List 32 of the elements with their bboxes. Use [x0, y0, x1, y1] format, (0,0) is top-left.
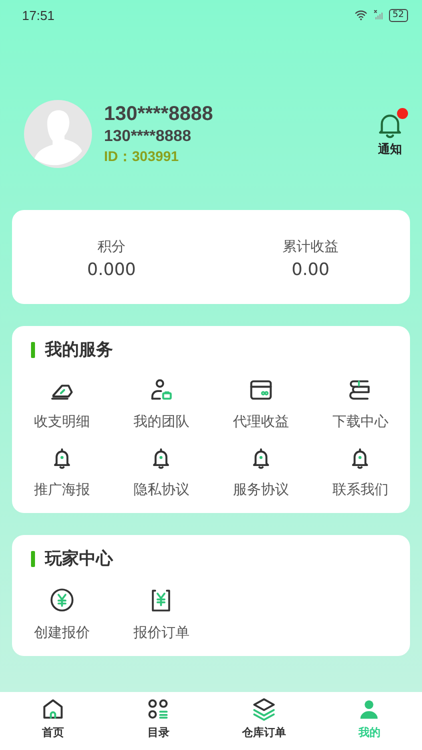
stat-value: 0.000	[87, 260, 136, 280]
menu-item[interactable]: 服务协议	[211, 445, 310, 499]
user-name: 130****8888	[104, 102, 214, 126]
menu-item[interactable]: 创建报价	[12, 586, 112, 642]
stat-label: 累计收益	[282, 238, 338, 256]
stat-label: 积分	[98, 238, 126, 256]
yen-coin-icon	[48, 586, 76, 614]
signal-icon	[372, 8, 385, 22]
menu-item[interactable]: 联系我们	[310, 445, 410, 499]
menu-item[interactable]: 报价订单	[112, 586, 211, 642]
notification-button[interactable]: 通知	[376, 110, 404, 158]
user-id: ID：303991	[104, 148, 180, 166]
phone-number: 130****8888	[104, 128, 192, 146]
menu-item[interactable]: 代理收益	[211, 377, 310, 431]
menu-item[interactable]: 我的团队	[112, 377, 211, 431]
tab[interactable]: 目录	[106, 692, 211, 750]
avatar-icon	[24, 100, 92, 168]
title-accent-bar	[31, 550, 35, 566]
section-title: 玩家中心	[45, 548, 113, 570]
tab[interactable]: 仓库订单	[211, 692, 316, 750]
title-accent-bar	[31, 342, 35, 358]
battery-indicator: 52	[388, 8, 408, 22]
layers-icon	[250, 696, 277, 722]
tab[interactable]: 首页	[0, 692, 106, 750]
section-title: 我的服务	[45, 339, 113, 361]
menu-item[interactable]: 推广海报	[12, 445, 112, 499]
status-time: 17:51	[22, 8, 55, 22]
menu-item[interactable]: 隐私协议	[112, 445, 211, 499]
stat-value: 0.00	[292, 260, 330, 280]
wifi-icon	[352, 8, 369, 22]
menu-item[interactable]: 下载中心	[310, 377, 410, 431]
menu-item[interactable]: 收支明细	[12, 377, 112, 431]
